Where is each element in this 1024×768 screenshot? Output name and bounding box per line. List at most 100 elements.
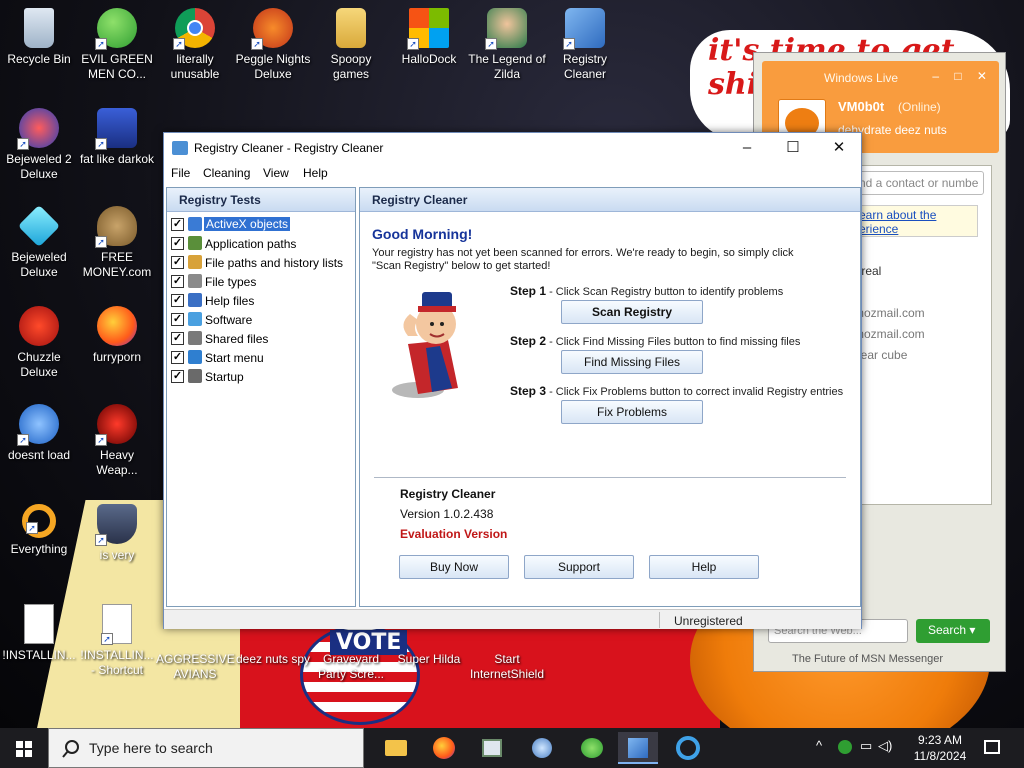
desktop-icon-graveyard-party[interactable]: Graveyard Party Scre... bbox=[312, 634, 390, 682]
desktop-icon-registry-cleaner[interactable]: ➚ Registry Cleaner bbox=[546, 8, 624, 82]
msn-search-button[interactable]: Search ▾ bbox=[916, 619, 990, 643]
desktop-icon-legend-of-zilda[interactable]: ➚ The Legend of Zilda bbox=[468, 8, 546, 82]
taskbar-internet-explorer[interactable] bbox=[668, 732, 708, 764]
taskbar-clock[interactable]: 9:23 AM 11/8/2024 bbox=[910, 732, 970, 764]
taskbar-app-window[interactable] bbox=[472, 732, 512, 764]
help-button[interactable]: Help bbox=[649, 555, 759, 579]
registry-test-item[interactable]: ✓ File paths and history lists bbox=[171, 254, 351, 272]
registry-test-item[interactable]: ✓ ActiveX objects bbox=[171, 216, 351, 234]
support-button[interactable]: Support bbox=[524, 555, 634, 579]
product-version: Version 1.0.2.438 bbox=[400, 507, 494, 521]
registry-test-checkbox[interactable]: ✓ bbox=[171, 256, 184, 269]
chuzzle-icon bbox=[19, 306, 59, 346]
minimize-button[interactable]: – bbox=[724, 135, 770, 161]
taskbar-firefox[interactable] bbox=[424, 732, 464, 764]
registry-test-checkbox[interactable]: ✓ bbox=[171, 351, 184, 364]
desktop-icon-furryporn[interactable]: furryporn bbox=[78, 306, 156, 365]
desktop-icon-bejeweled[interactable]: Bejeweled Deluxe bbox=[0, 204, 78, 280]
divider bbox=[374, 477, 846, 478]
registry-test-item[interactable]: ✓ Startup bbox=[171, 368, 351, 386]
desktop-icon-super-hilda[interactable]: Super Hilda bbox=[390, 634, 468, 667]
registry-cleaner-icon bbox=[628, 738, 648, 758]
desktop-icon-deez-nuts-spy[interactable]: deez nuts spy bbox=[234, 634, 312, 667]
product-name: Registry Cleaner bbox=[400, 487, 496, 501]
fix-problems-button[interactable]: Fix Problems bbox=[561, 400, 703, 424]
start-button[interactable] bbox=[0, 728, 48, 768]
registry-test-item[interactable]: ✓ Software bbox=[171, 311, 351, 329]
desktop-icon-installing-shortcut[interactable]: ➚ !INSTALLIN... - Shortcut bbox=[78, 604, 156, 678]
menu-help[interactable]: Help bbox=[303, 166, 328, 180]
window-app-icon bbox=[482, 739, 502, 757]
desktop-icon-bejeweled2[interactable]: ➚ Bejeweled 2 Deluxe bbox=[0, 108, 78, 182]
msn-display-name[interactable]: VM0b0t bbox=[838, 99, 884, 114]
desktop-icon-evil-green-men[interactable]: ➚ EVIL GREEN MEN CO... bbox=[78, 8, 156, 82]
desktop-icon-is-very[interactable]: ➚ is very bbox=[78, 504, 156, 563]
scan-registry-button[interactable]: Scan Registry bbox=[561, 300, 703, 324]
registry-test-item[interactable]: ✓ Help files bbox=[171, 292, 351, 310]
desktop-icon-recycle-bin[interactable]: Recycle Bin bbox=[0, 8, 78, 67]
taskbar-network-app[interactable] bbox=[522, 732, 562, 764]
tray-chevron-up-icon[interactable]: ^ bbox=[816, 738, 822, 753]
globe-icon bbox=[532, 738, 552, 758]
desktop-icon-fat-like-darkok[interactable]: ➚ fat like darkok bbox=[78, 108, 156, 167]
registry-test-item[interactable]: ✓ Application paths bbox=[171, 235, 351, 253]
registry-test-item[interactable]: ✓ File types bbox=[171, 273, 351, 291]
tray-network-icon[interactable]: ▭ bbox=[860, 738, 872, 754]
desktop-icon-hallodock[interactable]: ➚ HalloDock bbox=[390, 8, 468, 67]
desktop-icon-chuzzle[interactable]: Chuzzle Deluxe bbox=[0, 306, 78, 380]
notifications-icon[interactable] bbox=[984, 740, 1000, 754]
close-button[interactable]: ✕ bbox=[816, 135, 862, 161]
msn-contact-search[interactable]: nd a contact or numbe bbox=[854, 171, 984, 195]
msn-contact-row[interactable]: mozmail.com bbox=[854, 306, 925, 320]
desktop-icon-spoopy-games[interactable]: Spoopy games bbox=[312, 8, 390, 82]
desktop-icon-heavy-weapons[interactable]: ➚ Heavy Weap... bbox=[78, 404, 156, 478]
menu-cleaning[interactable]: Cleaning bbox=[203, 166, 250, 180]
text-file-icon bbox=[24, 604, 54, 644]
tray-volume-icon[interactable]: ◁) bbox=[878, 738, 892, 754]
windows-start-icon bbox=[16, 741, 32, 757]
registry-test-item[interactable]: ✓ Shared files bbox=[171, 330, 351, 348]
registry-test-item[interactable]: ✓ Start menu bbox=[171, 349, 351, 367]
menu-bar: File Cleaning View Help bbox=[164, 163, 861, 185]
menu-view[interactable]: View bbox=[263, 166, 289, 180]
windows-logo-icon: ➚ bbox=[407, 8, 449, 50]
desktop-icon-free-money[interactable]: ➚ FREE MONEY.com bbox=[78, 206, 156, 280]
registry-test-checkbox[interactable]: ✓ bbox=[171, 332, 184, 345]
menu-file[interactable]: File bbox=[171, 166, 190, 180]
registry-test-checkbox[interactable]: ✓ bbox=[171, 370, 184, 383]
greeting: Good Morning! bbox=[372, 226, 473, 242]
taskbar-search-input[interactable]: Type here to search bbox=[48, 728, 364, 768]
registry-test-checkbox[interactable]: ✓ bbox=[171, 313, 184, 326]
desktop-icon-installing[interactable]: !INSTALLIN... bbox=[0, 604, 78, 663]
desktop-icon-everything[interactable]: ➚ Everything bbox=[0, 504, 78, 557]
taskbar-messenger[interactable] bbox=[572, 732, 612, 764]
find-missing-files-button[interactable]: Find Missing Files bbox=[561, 350, 703, 374]
registry-cleaner-window[interactable]: Registry Cleaner - Registry Cleaner – ☐ … bbox=[163, 132, 862, 629]
registry-test-checkbox[interactable]: ✓ bbox=[171, 294, 184, 307]
folder-icon bbox=[385, 740, 407, 756]
taskbar-file-explorer[interactable] bbox=[376, 732, 416, 764]
desktop-icon-aggressive-avians[interactable]: AGGRESSIVE AVIANS bbox=[156, 634, 235, 682]
title-bar[interactable]: Registry Cleaner - Registry Cleaner – ☐ … bbox=[164, 133, 861, 163]
registry-test-checkbox[interactable]: ✓ bbox=[171, 218, 184, 231]
bellhop-mascot-icon bbox=[392, 292, 458, 398]
desktop-icon-peggle[interactable]: ➚ Peggle Nights Deluxe bbox=[234, 8, 312, 82]
registry-test-checkbox[interactable]: ✓ bbox=[171, 237, 184, 250]
msn-contact-row[interactable]: bear cube bbox=[854, 348, 907, 362]
msn-status[interactable]: (Online) bbox=[898, 100, 941, 114]
tray-messenger-icon[interactable] bbox=[838, 740, 852, 754]
desktop-icon-chrome[interactable]: ➚ literally unusable bbox=[156, 8, 234, 82]
desktop-icon-start-internetshield[interactable]: Start InternetShield bbox=[468, 634, 546, 682]
msn-info-link[interactable]: earn about the erience bbox=[854, 205, 978, 237]
registry-cleaner-app-icon bbox=[172, 141, 188, 155]
desktop-icon-doesnt-load[interactable]: ➚ doesnt load bbox=[0, 404, 78, 463]
maximize-button[interactable]: ☐ bbox=[770, 135, 816, 161]
taskbar-registry-cleaner[interactable] bbox=[618, 732, 658, 764]
msn-contact-row[interactable]: mozmail.com bbox=[854, 327, 925, 341]
msn-window-controls[interactable]: – □ ✕ bbox=[932, 69, 993, 83]
recycle-bin-icon bbox=[24, 8, 54, 48]
registry-test-checkbox[interactable]: ✓ bbox=[171, 275, 184, 288]
text-file-icon: ➚ bbox=[101, 604, 132, 645]
buy-now-button[interactable]: Buy Now bbox=[399, 555, 509, 579]
money-bag-icon: ➚ bbox=[95, 206, 137, 248]
